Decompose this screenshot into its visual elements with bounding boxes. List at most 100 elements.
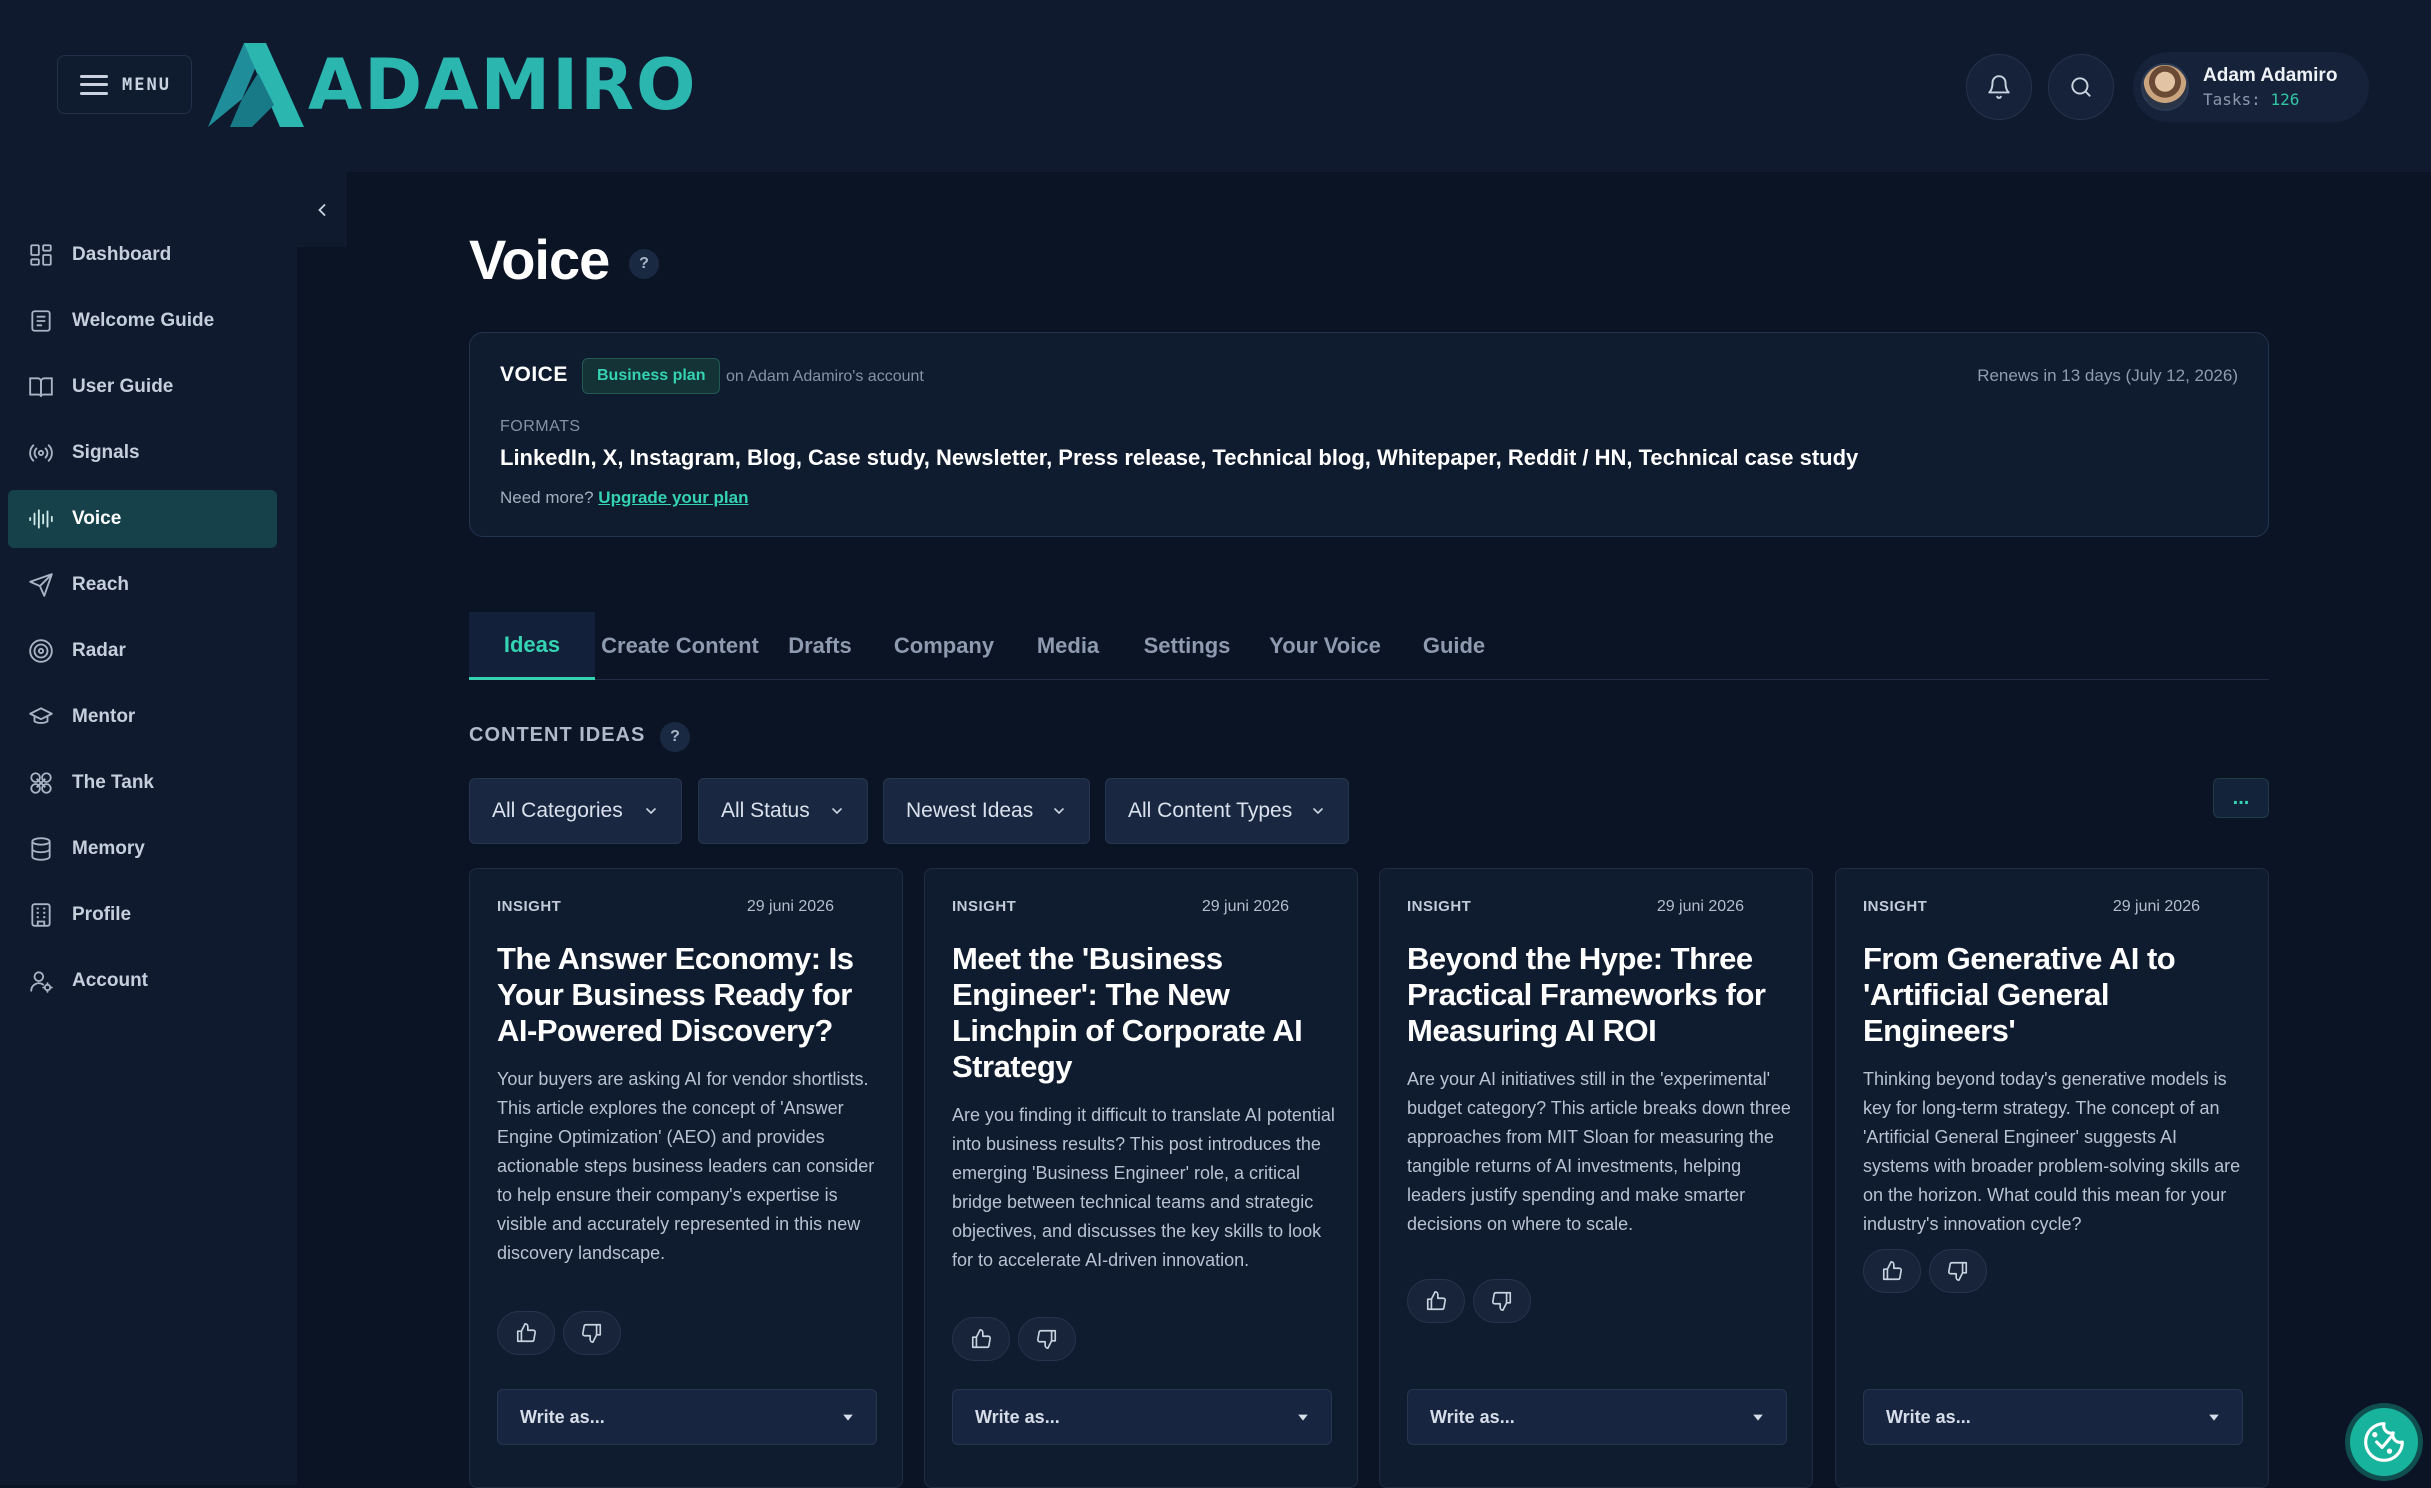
status-filter[interactable]: All Status	[698, 778, 868, 844]
main-content: Voice ? VOICE Business plan on Adam Adam…	[347, 172, 2431, 1488]
category-filter[interactable]: All Categories	[469, 778, 682, 844]
thumbs-up-button[interactable]	[952, 1317, 1010, 1361]
sidebar-item-the-tank[interactable]: The Tank	[8, 754, 277, 812]
menu-label: MENU	[122, 74, 171, 95]
thumbs-down-button[interactable]	[563, 1311, 621, 1355]
sidebar-collapse-button[interactable]	[297, 172, 347, 247]
tab-media[interactable]: Media	[1013, 612, 1123, 680]
sidebar-item-label: Memory	[72, 838, 145, 859]
thumbs-up-icon	[1882, 1261, 1902, 1281]
user-name: Adam Adamiro	[2203, 65, 2338, 86]
graduation-cap-icon	[29, 707, 53, 724]
sidebar-item-voice[interactable]: Voice	[8, 490, 277, 548]
chevron-down-icon	[1313, 808, 1323, 815]
write-as-label: Write as...	[1430, 1406, 1515, 1427]
avatar	[2141, 63, 2189, 111]
menu-button[interactable]: MENU	[57, 55, 192, 114]
plan-name: VOICE	[500, 363, 568, 386]
upgrade-plan-link[interactable]: Upgrade your plan	[598, 488, 748, 507]
card-date: 29 juni 2026	[746, 898, 834, 915]
chevron-down-icon	[832, 808, 842, 815]
idea-card: INSIGHT 29 juni 2026 Beyond the Hype: Th…	[1379, 868, 1813, 1488]
logo[interactable]: ADAMIRO	[208, 40, 698, 130]
tab-company[interactable]: Company	[875, 612, 1013, 680]
sidebar-item-radar[interactable]: Radar	[8, 622, 277, 680]
sidebar-item-account[interactable]: Account	[8, 952, 277, 1010]
thumbs-up-button[interactable]	[1407, 1279, 1465, 1323]
database-icon	[31, 837, 51, 861]
dashboard-icon	[30, 244, 52, 266]
chevron-left-icon	[318, 203, 326, 216]
write-as-select[interactable]: Write as...	[952, 1389, 1332, 1445]
sort-filter[interactable]: Newest Ideas	[883, 778, 1090, 844]
sidebar-item-label: Mentor	[72, 706, 136, 727]
document-icon	[31, 310, 51, 332]
card-title: The Answer Economy: Is Your Business Rea…	[497, 941, 854, 1048]
plan-badge: Business plan	[582, 358, 721, 394]
more-options-button[interactable]: ...	[2213, 778, 2269, 818]
thumbs-down-icon	[1037, 1329, 1057, 1349]
need-more: Need more? Upgrade your plan	[500, 488, 749, 507]
tab-drafts[interactable]: Drafts	[765, 612, 875, 680]
sidebar-item-signals[interactable]: Signals	[8, 424, 277, 482]
card-description: Your buyers are asking AI for vendor sho…	[497, 1069, 875, 1263]
card-date: 29 juni 2026	[2112, 898, 2200, 915]
sidebar-item-profile[interactable]: Profile	[8, 886, 277, 944]
notifications-button[interactable]	[1966, 54, 2032, 120]
thumbs-down-button[interactable]	[1018, 1317, 1076, 1361]
sidebar-item-mentor[interactable]: Mentor	[8, 688, 277, 746]
tab-guide[interactable]: Guide	[1399, 612, 1509, 680]
chevron-down-icon	[646, 808, 656, 815]
user-gear-icon	[30, 971, 53, 993]
tab-settings[interactable]: Settings	[1123, 612, 1251, 680]
thumbs-up-button[interactable]	[1863, 1249, 1921, 1293]
write-as-select[interactable]: Write as...	[1863, 1389, 2243, 1445]
cookie-check-icon	[2364, 1422, 2404, 1462]
plan-account: on Adam Adamiro's account	[726, 368, 924, 385]
book-icon	[29, 377, 53, 397]
thumbs-up-button[interactable]	[497, 1311, 555, 1355]
card-description: Are your AI initiatives still in the 'ex…	[1407, 1069, 1791, 1234]
sort-filter-value: Newest Ideas	[906, 799, 1034, 822]
thumbs-up-icon	[971, 1329, 991, 1349]
content-ideas-help-button[interactable]: ?	[660, 722, 690, 752]
thumbs-down-button[interactable]	[1929, 1249, 1987, 1293]
sidebar-item-label: Signals	[72, 442, 140, 463]
card-date: 29 juni 2026	[1201, 898, 1289, 915]
radar-icon	[29, 639, 53, 663]
formats-label: FORMATS	[500, 418, 581, 435]
sidebar-item-user-guide[interactable]: User Guide	[8, 358, 277, 416]
search-button[interactable]	[2048, 54, 2114, 120]
sidebar-item-label: Welcome Guide	[72, 310, 215, 331]
signals-icon	[29, 444, 53, 462]
sidebar-item-reach[interactable]: Reach	[8, 556, 277, 614]
card-title: From Generative AI to 'Artificial Genera…	[1863, 941, 2176, 1048]
tab-bar: Ideas Create Content Drafts Company Medi…	[469, 612, 2269, 680]
page-help-button[interactable]: ?	[629, 249, 659, 279]
tab-ideas[interactable]: Ideas	[469, 612, 595, 680]
tank-icon	[30, 772, 52, 794]
sidebar-item-welcome-guide[interactable]: Welcome Guide	[8, 292, 277, 350]
content-type-filter[interactable]: All Content Types	[1105, 778, 1349, 844]
vote-row	[1863, 1249, 1987, 1293]
sidebar-item-label: Account	[72, 970, 148, 991]
sidebar-item-label: Profile	[72, 904, 132, 925]
thumbs-down-button[interactable]	[1473, 1279, 1531, 1323]
idea-card: INSIGHT 29 juni 2026 From Generative AI …	[1835, 868, 2269, 1488]
logo-text: ADAMIRO	[308, 44, 698, 126]
plan-renewal: Renews in 13 days (July 12, 2026)	[1977, 366, 2238, 385]
write-as-select[interactable]: Write as...	[497, 1389, 877, 1445]
card-description: Thinking beyond today's generative model…	[1863, 1069, 2241, 1234]
cookie-consent-button[interactable]	[2350, 1408, 2418, 1476]
tab-your-voice[interactable]: Your Voice	[1251, 612, 1399, 680]
sidebar-item-dashboard[interactable]: Dashboard	[8, 226, 277, 284]
write-as-select[interactable]: Write as...	[1407, 1389, 1787, 1445]
idea-card: INSIGHT 29 juni 2026 The Answer Economy:…	[469, 868, 903, 1488]
user-menu[interactable]: Adam Adamiro Tasks: 126	[2133, 52, 2369, 122]
status-filter-value: All Status	[721, 799, 810, 822]
tab-create-content[interactable]: Create Content	[595, 612, 765, 680]
idea-card: INSIGHT 29 juni 2026 Meet the 'Business …	[924, 868, 1358, 1488]
sidebar-item-label: The Tank	[72, 772, 154, 793]
tasks-count: 126	[2270, 90, 2300, 109]
sidebar-item-memory[interactable]: Memory	[8, 820, 277, 878]
